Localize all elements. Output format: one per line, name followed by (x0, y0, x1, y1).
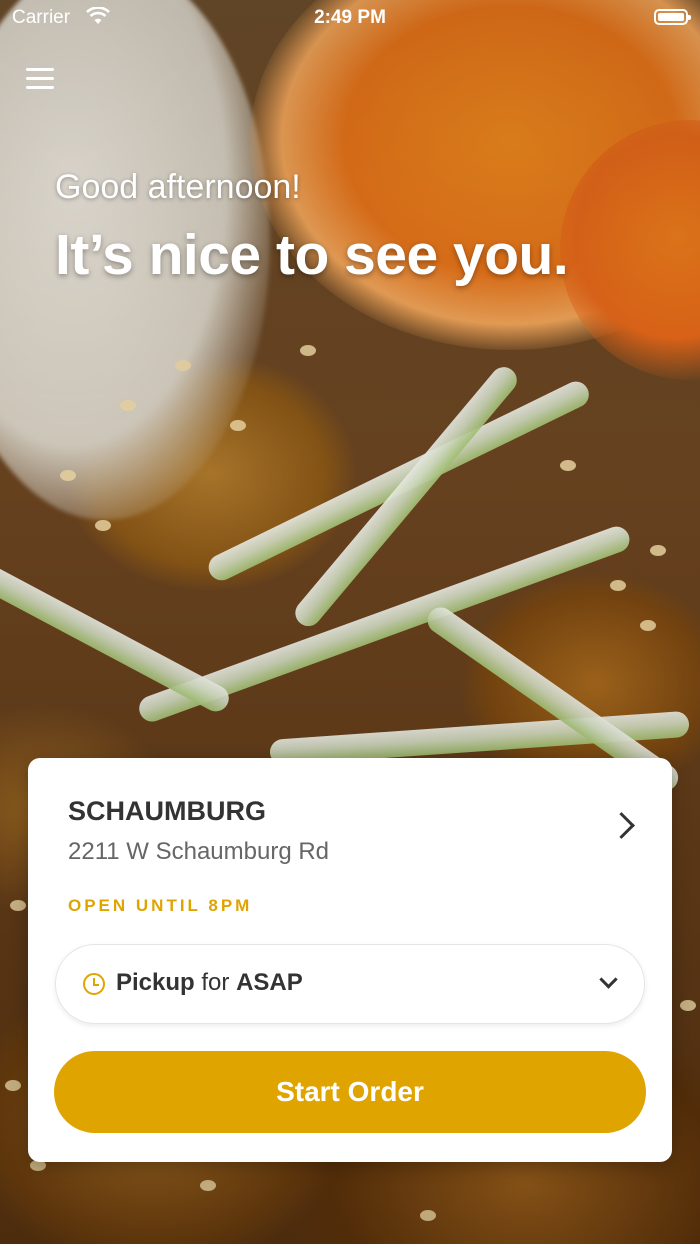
chevron-down-icon (599, 970, 618, 989)
order-mode: Pickup (116, 969, 195, 996)
pickup-time-selector[interactable]: Pickup for ASAP (55, 944, 645, 1024)
order-time: ASAP (236, 969, 303, 996)
location-name: SCHAUMBURG (68, 796, 266, 826)
chevron-right-icon (608, 812, 635, 839)
location-selector[interactable]: SCHAUMBURG 2211 W Schaumburg Rd (28, 758, 672, 888)
greeting-text: Good afternoon! (55, 168, 301, 206)
status-bar: Carrier 2:49 PM (0, 0, 700, 36)
location-address: 2211 W Schaumburg Rd (68, 838, 330, 865)
order-mode-connector: for (201, 969, 230, 996)
hours-label: OPEN UNTIL 8PM (68, 896, 253, 915)
location-card: SCHAUMBURG 2211 W Schaumburg Rd OPEN UNT… (28, 758, 672, 1162)
headline-text: It’s nice to see you. (55, 223, 569, 287)
status-time: 2:49 PM (314, 7, 386, 28)
clock-icon (83, 973, 105, 995)
pickup-label: Pickup for ASAP (116, 969, 303, 997)
menu-icon[interactable] (26, 66, 56, 92)
start-order-button[interactable]: Start Order (54, 1051, 646, 1133)
battery-icon (654, 9, 691, 25)
